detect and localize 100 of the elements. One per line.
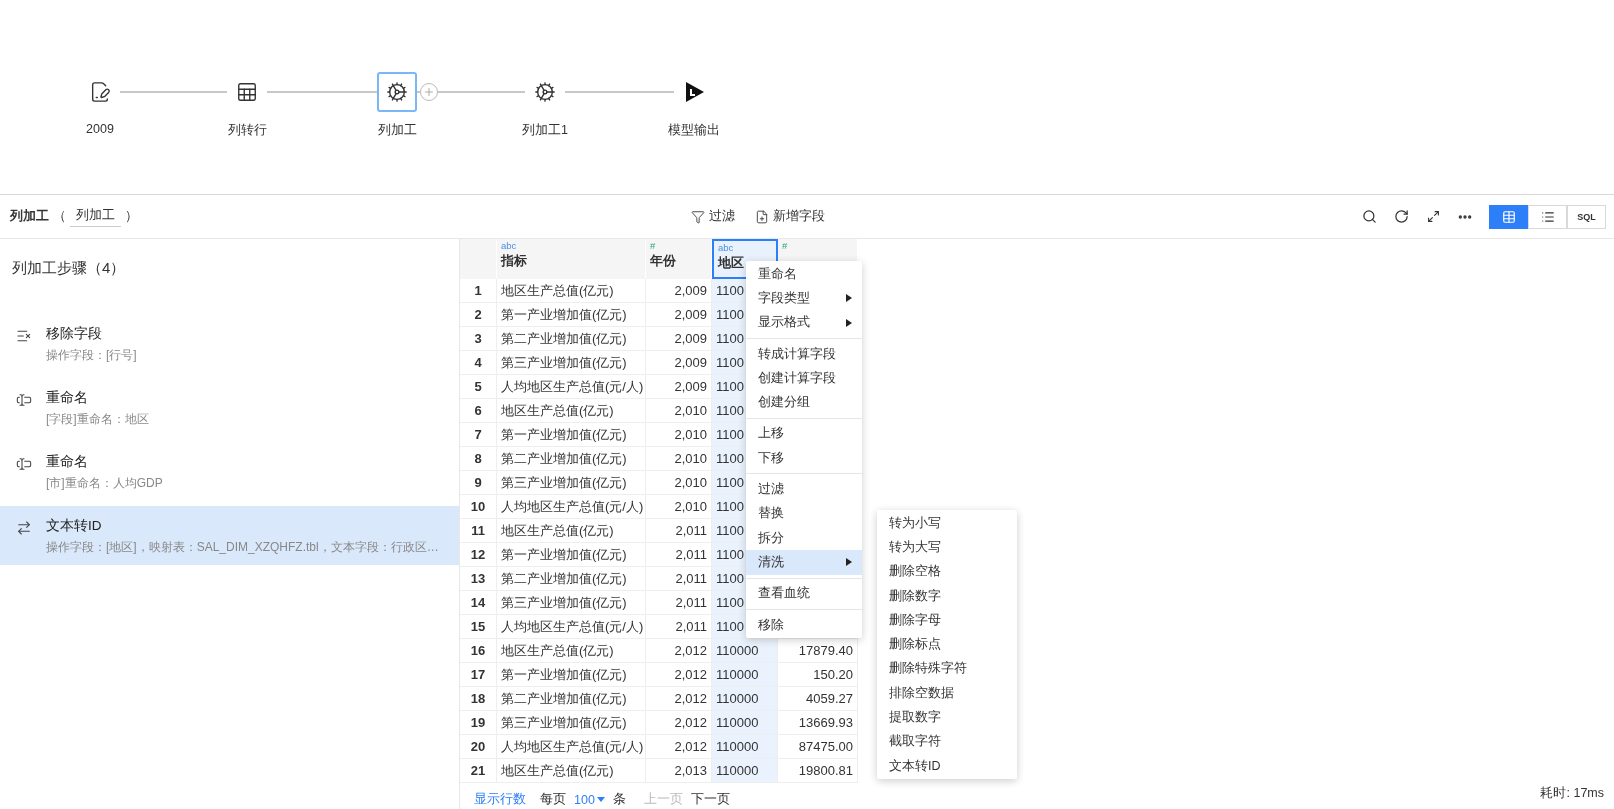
table-cell: 2,011 [646, 567, 712, 591]
column-name: 年份 [650, 254, 676, 269]
table-cell: 2,012 [646, 687, 712, 711]
submenu-arrow-icon [846, 558, 852, 567]
step-item[interactable]: 移除字段 操作字段：[行号] [0, 314, 459, 373]
submenu-arrow-icon [846, 318, 852, 327]
filter-icon [690, 209, 705, 224]
rename-icon [16, 392, 32, 408]
row-number: 9 [460, 471, 497, 495]
table-cell: 110000 [712, 735, 778, 759]
menu-item[interactable]: 截取字符 [877, 729, 1017, 754]
gear-icon [534, 81, 556, 103]
row-number: 11 [460, 519, 497, 543]
step-detail: 操作字段：[地区]，映射表：SAL_DIM_XZQHFZ.tbl，文本字段：行政区… [46, 539, 439, 556]
row-number: 20 [460, 735, 497, 759]
table-cell: 2,012 [646, 663, 712, 687]
table-cell: 2,011 [646, 615, 712, 639]
remove-list-icon [16, 328, 32, 344]
table-cell: 地区生产总值(亿元) [497, 759, 646, 783]
flow-node[interactable] [377, 72, 417, 112]
row-number: 17 [460, 663, 497, 687]
menu-item[interactable]: 转为小写 [877, 511, 1017, 536]
next-page-button[interactable]: 下一页 [690, 791, 730, 808]
table-cell: 150.20 [778, 663, 858, 687]
table-cell: 第一产业增加值(亿元) [497, 663, 646, 687]
type-label: # [650, 241, 657, 252]
step-name: 移除字段 [46, 325, 103, 343]
node-label: 模型输出 [668, 122, 720, 139]
table-cell: 2,012 [646, 711, 712, 735]
menu-item[interactable]: 清洗 [746, 550, 862, 575]
node-label: 列加工 [377, 122, 417, 139]
step-item[interactable]: 文本转ID 操作字段：[地区]，映射表：SAL_DIM_XZQHFZ.tbl，文本字段：行政区… [0, 506, 459, 565]
table-cell: 2,013 [646, 759, 712, 783]
row-number: 12 [460, 543, 497, 567]
step-name: 文本转ID [46, 517, 103, 535]
show-rows-link[interactable]: 显示行数 [474, 791, 526, 808]
list-icon [1540, 209, 1555, 224]
column-header[interactable]: # 年份 [646, 239, 712, 279]
table-cell: 人均地区生产总值(元/人) [497, 615, 646, 639]
table-cell: 第三产业增加值(亿元) [497, 351, 646, 375]
table-cell: 第一产业增加值(亿元) [497, 543, 646, 567]
step-name: 重命名 [46, 453, 89, 471]
page-size-dropdown[interactable]: 100 [574, 792, 605, 807]
table-icon [236, 81, 258, 103]
view-toggle[interactable]: SQL [1567, 204, 1606, 229]
row-number: 1 [460, 279, 497, 303]
row-number: 4 [460, 351, 497, 375]
node-label: 列转行 [227, 122, 267, 139]
table-icon [1501, 209, 1516, 224]
menu-item[interactable]: 删除空格 [877, 559, 1017, 584]
view-toggle[interactable] [1489, 204, 1528, 229]
table-cell: 人均地区生产总值(元/人) [497, 495, 646, 519]
per-page-label: 每页 [540, 791, 566, 808]
column-header[interactable]: abc 指标 [497, 239, 646, 279]
table-cell: 110000 [712, 711, 778, 735]
menu-item[interactable]: 提取数字 [877, 705, 1017, 730]
table-cell: 2,010 [646, 423, 712, 447]
menu-item[interactable]: 转为大写 [877, 535, 1017, 560]
panel-title: 列加工 [10, 208, 49, 225]
step-item[interactable]: 重命名 [市]重命名：人均GDP [0, 442, 459, 501]
table-cell: 地区生产总值(亿元) [497, 399, 646, 423]
node-label: 列加工1 [522, 122, 568, 139]
table-cell: 2,011 [646, 519, 712, 543]
step-item[interactable]: 重命名 [字段]重命名：地区 [0, 378, 459, 437]
row-number: 16 [460, 639, 497, 663]
menu-item[interactable]: 移除 [746, 612, 862, 638]
caret-icon [596, 797, 605, 802]
swap-icon [16, 520, 32, 536]
add-field-button[interactable]: 新增字段 [754, 208, 825, 225]
table-cell: 地区生产总值(亿元) [497, 519, 646, 543]
table-cell: 2,009 [646, 375, 712, 399]
table-cell: 2,010 [646, 447, 712, 471]
row-number: 13 [460, 567, 497, 591]
table-cell: 110000 [712, 663, 778, 687]
menu-item[interactable]: 删除标点 [877, 632, 1017, 657]
table-cell: 2,012 [646, 735, 712, 759]
type-label: abc [501, 241, 518, 252]
menu-item[interactable]: 排除空数据 [877, 681, 1017, 706]
step-detail: 操作字段：[行号] [46, 347, 137, 364]
gear-icon [386, 81, 408, 103]
menu-item[interactable]: 文本转ID [877, 753, 1017, 779]
table-cell: 2,011 [646, 543, 712, 567]
paren: （ [53, 208, 66, 225]
add-node-icon[interactable] [420, 83, 438, 101]
menu-item[interactable]: 删除字母 [877, 608, 1017, 633]
row-number: 7 [460, 423, 497, 447]
table-cell: 110000 [712, 759, 778, 783]
row-number: 6 [460, 399, 497, 423]
table-cell: 地区生产总值(亿元) [497, 279, 646, 303]
menu-item[interactable]: 删除特殊字符 [877, 656, 1017, 682]
node-name-field[interactable]: 列加工 [70, 206, 121, 227]
table-cell: 第二产业增加值(亿元) [497, 327, 646, 351]
filter-button[interactable]: 过滤 [690, 208, 735, 225]
table-cell: 2,012 [646, 639, 712, 663]
menu-item[interactable]: 删除数字 [877, 583, 1017, 609]
steps-title: 列加工步骤（4） [11, 258, 127, 278]
table-cell: 2,010 [646, 399, 712, 423]
row-number: 19 [460, 711, 497, 735]
unit-label: 条 [612, 791, 626, 808]
play-icon [683, 81, 705, 103]
